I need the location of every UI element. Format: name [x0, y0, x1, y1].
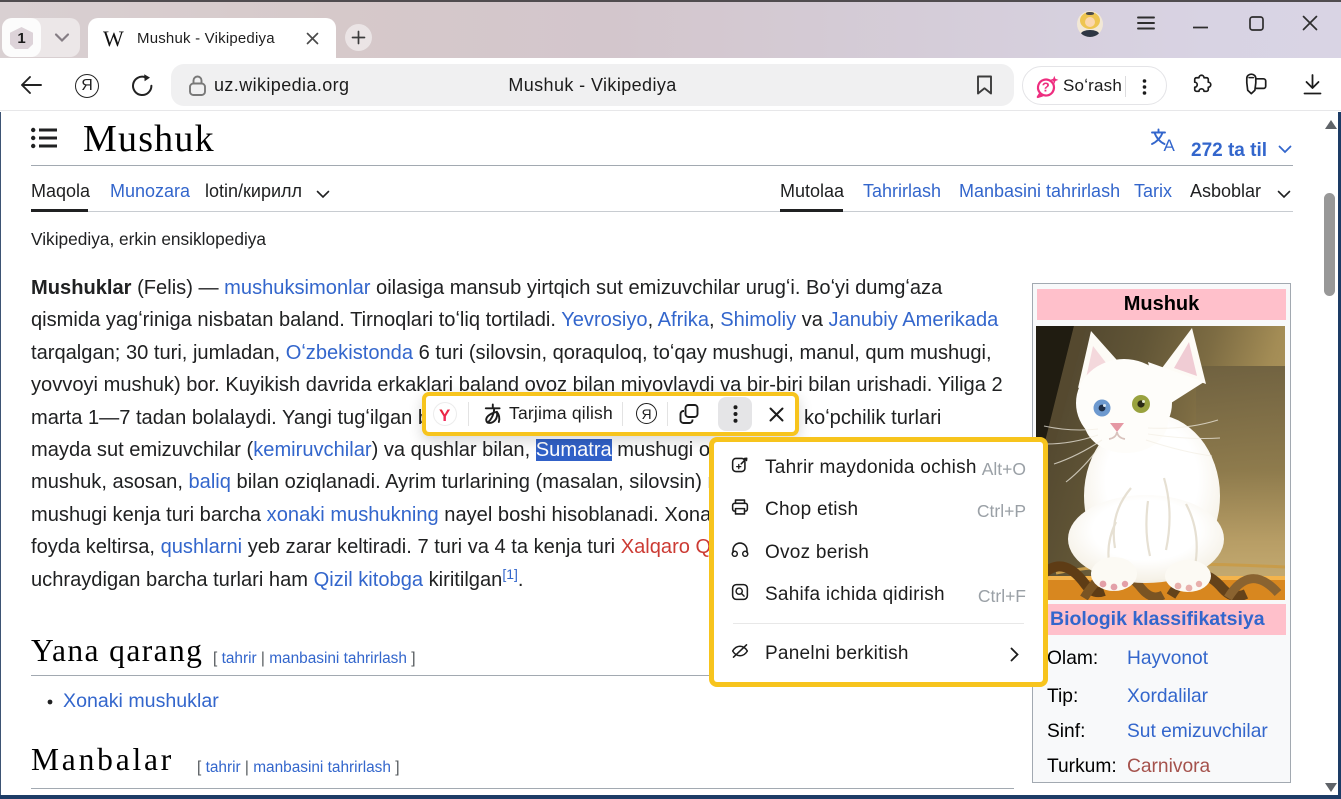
- svg-text:A: A: [1164, 136, 1176, 152]
- svg-text:?: ?: [1042, 79, 1050, 94]
- svg-text:Y: Y: [439, 407, 451, 422]
